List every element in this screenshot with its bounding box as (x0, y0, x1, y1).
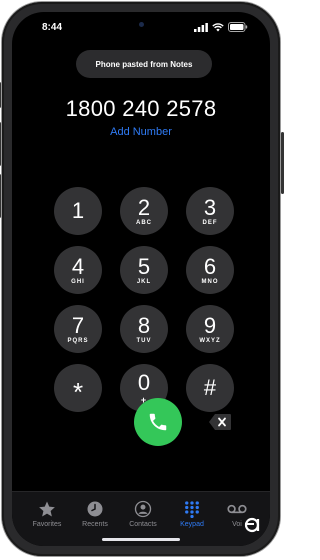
key-letters: WXYZ (199, 337, 221, 344)
key-digit: * (72, 377, 84, 407)
battery-icon (228, 22, 248, 32)
phone-frame: 8:44 Phone pasted from Notes 1800 240 25… (0, 2, 284, 556)
key-5[interactable]: 5 JKL (120, 246, 168, 294)
key-7[interactable]: 7 PQRS (54, 305, 102, 353)
star-icon (39, 501, 55, 517)
tab-label: Keypad (180, 521, 204, 528)
person-icon (134, 500, 152, 518)
key-letters: DEF (202, 219, 218, 226)
key-digit: 1 (71, 198, 85, 223)
key-digit: 3 (203, 194, 217, 220)
key-letters: GHI (71, 278, 85, 285)
key-hash[interactable]: # (186, 364, 234, 412)
camera-indicator (139, 22, 144, 27)
key-6[interactable]: 6 MNO (186, 246, 234, 294)
key-2[interactable]: 2 ABC (120, 187, 168, 235)
tab-favorites[interactable]: Favorites (22, 499, 72, 528)
tab-label: Recents (82, 521, 108, 528)
status-bar: 8:44 (12, 20, 270, 38)
phone-icon (149, 413, 167, 431)
status-icons (194, 22, 248, 32)
volume-down-button (0, 174, 1, 218)
wifi-icon (212, 22, 224, 31)
paste-toast: Phone pasted from Notes (76, 50, 212, 78)
tab-label: Favorites (32, 521, 62, 528)
phone-screen: 8:44 Phone pasted from Notes 1800 240 25… (12, 12, 270, 546)
key-1[interactable]: 1 (54, 187, 102, 235)
key-digit: 7 (71, 312, 85, 338)
watermark-logo-icon (244, 517, 260, 533)
clock-icon (87, 501, 103, 517)
key-star[interactable]: * (54, 364, 102, 412)
tab-recents[interactable]: Recents (70, 499, 120, 528)
delete-button[interactable] (208, 412, 232, 432)
key-8[interactable]: 8 TUV (120, 305, 168, 353)
mute-switch (0, 82, 1, 108)
key-digit: 2 (137, 194, 151, 220)
key-digit: # (203, 375, 217, 400)
signal-icon (194, 22, 208, 32)
key-letters: JKL (136, 278, 152, 285)
key-letters: TUV (136, 337, 152, 344)
volume-up-button (0, 122, 1, 166)
tab-label: Contacts (129, 521, 157, 528)
key-digit: 5 (137, 253, 151, 279)
key-letters: ABC (136, 219, 152, 226)
tab-keypad[interactable]: Keypad (167, 499, 217, 528)
key-letters: MNO (201, 278, 219, 285)
dialed-number: 1800 240 2578 (65, 96, 217, 121)
key-digit: 4 (71, 253, 85, 279)
side-button (281, 132, 284, 194)
keypad-icon (185, 501, 199, 518)
add-number-link[interactable]: Add Number (12, 126, 270, 138)
paste-toast-text: Phone pasted from Notes (95, 59, 193, 69)
key-digit: 9 (203, 312, 217, 338)
key-4[interactable]: 4 GHI (54, 246, 102, 294)
call-button[interactable] (134, 398, 182, 446)
key-digit: 0 (137, 369, 151, 395)
tab-contacts[interactable]: Contacts (118, 499, 168, 528)
tab-label: Voi (232, 521, 242, 528)
status-time: 8:44 (42, 22, 63, 33)
tab-bar: Favorites Recents Contacts Keypad Voi (12, 491, 270, 546)
backspace-icon (209, 414, 231, 430)
key-3[interactable]: 3 DEF (186, 187, 234, 235)
key-digit: 8 (137, 312, 151, 338)
key-9[interactable]: 9 WXYZ (186, 305, 234, 353)
key-letters: PQRS (67, 337, 89, 344)
home-indicator (102, 538, 180, 541)
key-digit: 6 (203, 253, 217, 279)
